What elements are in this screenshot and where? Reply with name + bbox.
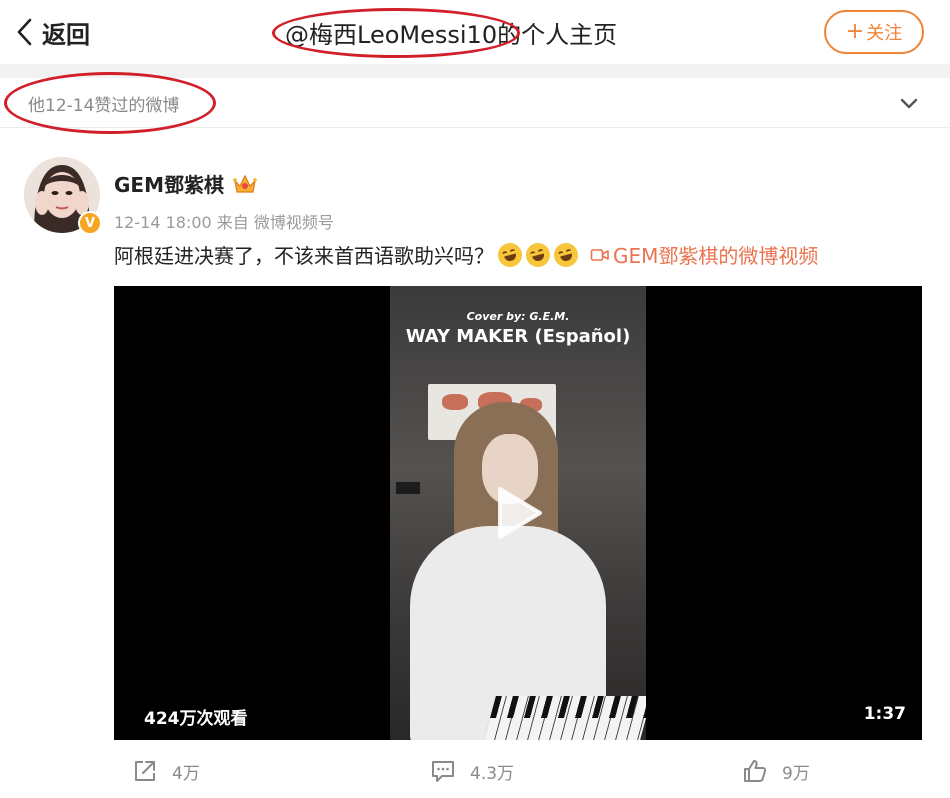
piano-keys bbox=[484, 696, 646, 740]
video-duration: 1:37 bbox=[863, 704, 906, 724]
post-meta: 12-14 18:00 来自 微博视频号 bbox=[114, 213, 334, 232]
rolling-on-floor-laughing-icon bbox=[495, 239, 525, 270]
author-name[interactable]: GEM鄧紫棋 bbox=[114, 169, 258, 198]
post-text-content: 阿根廷进决赛了，不该来首西语歌助兴吗？ bbox=[114, 244, 494, 268]
follow-label: 关注 bbox=[866, 23, 903, 44]
author-name-label: GEM鄧紫棋 bbox=[114, 173, 224, 197]
cover-credit: Cover by: G.E.M. bbox=[466, 310, 570, 323]
video-player[interactable]: Cover by: G.E.M. WAY MAKER (Español) 424… bbox=[114, 286, 922, 740]
crown-badge-icon bbox=[233, 174, 257, 193]
rolling-on-floor-laughing-icon bbox=[551, 239, 581, 270]
song-title: WAY MAKER (Español) bbox=[405, 326, 631, 347]
chevron-down-icon[interactable] bbox=[898, 92, 920, 114]
back-button[interactable]: 返回 bbox=[14, 14, 90, 50]
thumbs-up-icon bbox=[744, 760, 767, 782]
page-title: @梅西LeoMessi10的个人主页 bbox=[285, 20, 618, 49]
wall-shelf bbox=[396, 482, 420, 494]
like-count: 9万 bbox=[782, 763, 810, 784]
repost-button[interactable]: 4万 bbox=[132, 758, 200, 784]
action-bar: 4万 4.3万 9万 bbox=[0, 752, 950, 792]
back-label: 返回 bbox=[42, 20, 90, 49]
repost-icon bbox=[135, 761, 155, 781]
video-link[interactable]: GEM鄧紫棋的微博视频 bbox=[590, 240, 818, 269]
rolling-on-floor-laughing-icon bbox=[523, 239, 553, 270]
comment-button[interactable]: 4.3万 bbox=[430, 758, 514, 784]
comment-count: 4.3万 bbox=[470, 763, 515, 784]
view-count: 424万次观看 bbox=[144, 709, 248, 729]
plus-icon: + bbox=[845, 19, 865, 44]
video-camera-icon bbox=[590, 248, 609, 261]
section-divider bbox=[0, 64, 950, 78]
play-icon[interactable] bbox=[492, 485, 544, 541]
repost-count: 4万 bbox=[172, 763, 200, 784]
video-link-label: GEM鄧紫棋的微博视频 bbox=[613, 244, 819, 268]
liked-section-header[interactable]: 他12-14赞过的微博 bbox=[0, 78, 950, 128]
verified-badge: V bbox=[78, 211, 102, 235]
top-bar: 返回 @梅西LeoMessi10的个人主页 + 关注 bbox=[0, 0, 950, 64]
liked-section-label: 他12-14赞过的微博 bbox=[28, 96, 180, 116]
comment-icon bbox=[432, 761, 454, 782]
chevron-left-icon bbox=[17, 18, 32, 46]
like-button[interactable]: 9万 bbox=[742, 758, 810, 784]
follow-button[interactable]: + 关注 bbox=[824, 10, 924, 54]
post-text: 阿根廷进决赛了，不该来首西语歌助兴吗？ GEM鄧紫棋的微博视频 bbox=[114, 239, 818, 270]
